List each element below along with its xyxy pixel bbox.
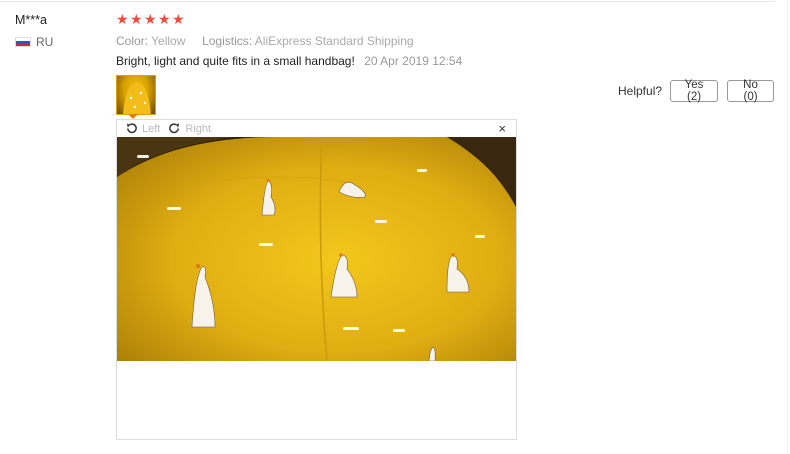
helpful-no-button[interactable]: No (0): [727, 79, 775, 103]
viewer-toolbar: Left Right ×: [117, 120, 516, 137]
star-icon: ★: [144, 11, 157, 27]
star-icon: ★: [172, 11, 185, 27]
rotate-right-label: Right: [185, 122, 212, 135]
helpful-votes: Helpful? Yes (2) No (0): [618, 79, 775, 103]
rotate-left-label: Left: [142, 122, 161, 135]
review-date: 20 Apr 2019 12:54: [364, 54, 463, 68]
color-value: Yellow: [151, 34, 186, 48]
right-divider: [787, 0, 788, 454]
star-icon: ★: [116, 11, 129, 27]
review-text: Bright, light and quite fits in a small …: [116, 54, 355, 68]
russia-flag-icon: [15, 37, 31, 47]
review-content: Bright, light and quite fits in a small …: [116, 54, 462, 68]
helpful-yes-button[interactable]: Yes (2): [670, 79, 719, 103]
reviewer-country: RU: [15, 35, 53, 49]
rotate-left-button[interactable]: Left: [125, 122, 160, 135]
helpful-label: Helpful?: [618, 84, 663, 98]
logistics-key: Logistics:: [202, 34, 253, 48]
logistics-value: AliExpress Standard Shipping: [254, 34, 414, 48]
photo-thumbnail[interactable]: [116, 75, 156, 115]
star-icon: ★: [130, 11, 143, 27]
star-rating: ★ ★ ★ ★ ★: [116, 11, 185, 27]
country-code: RU: [36, 35, 54, 49]
rotate-right-button[interactable]: Right: [168, 122, 211, 135]
reviewer-name: M***a: [15, 13, 47, 27]
star-icon: ★: [158, 11, 171, 27]
photo-viewer: Left Right ×: [116, 119, 517, 440]
rotate-right-icon: [169, 123, 180, 134]
color-key: Color:: [116, 34, 149, 48]
close-viewer-button[interactable]: ×: [498, 121, 506, 136]
rotate-left-icon: [126, 123, 137, 134]
order-attributes: Color: Yellow Logistics: AliExpress Stan…: [116, 34, 414, 48]
top-divider: [0, 1, 775, 2]
review-photo: [117, 137, 516, 361]
